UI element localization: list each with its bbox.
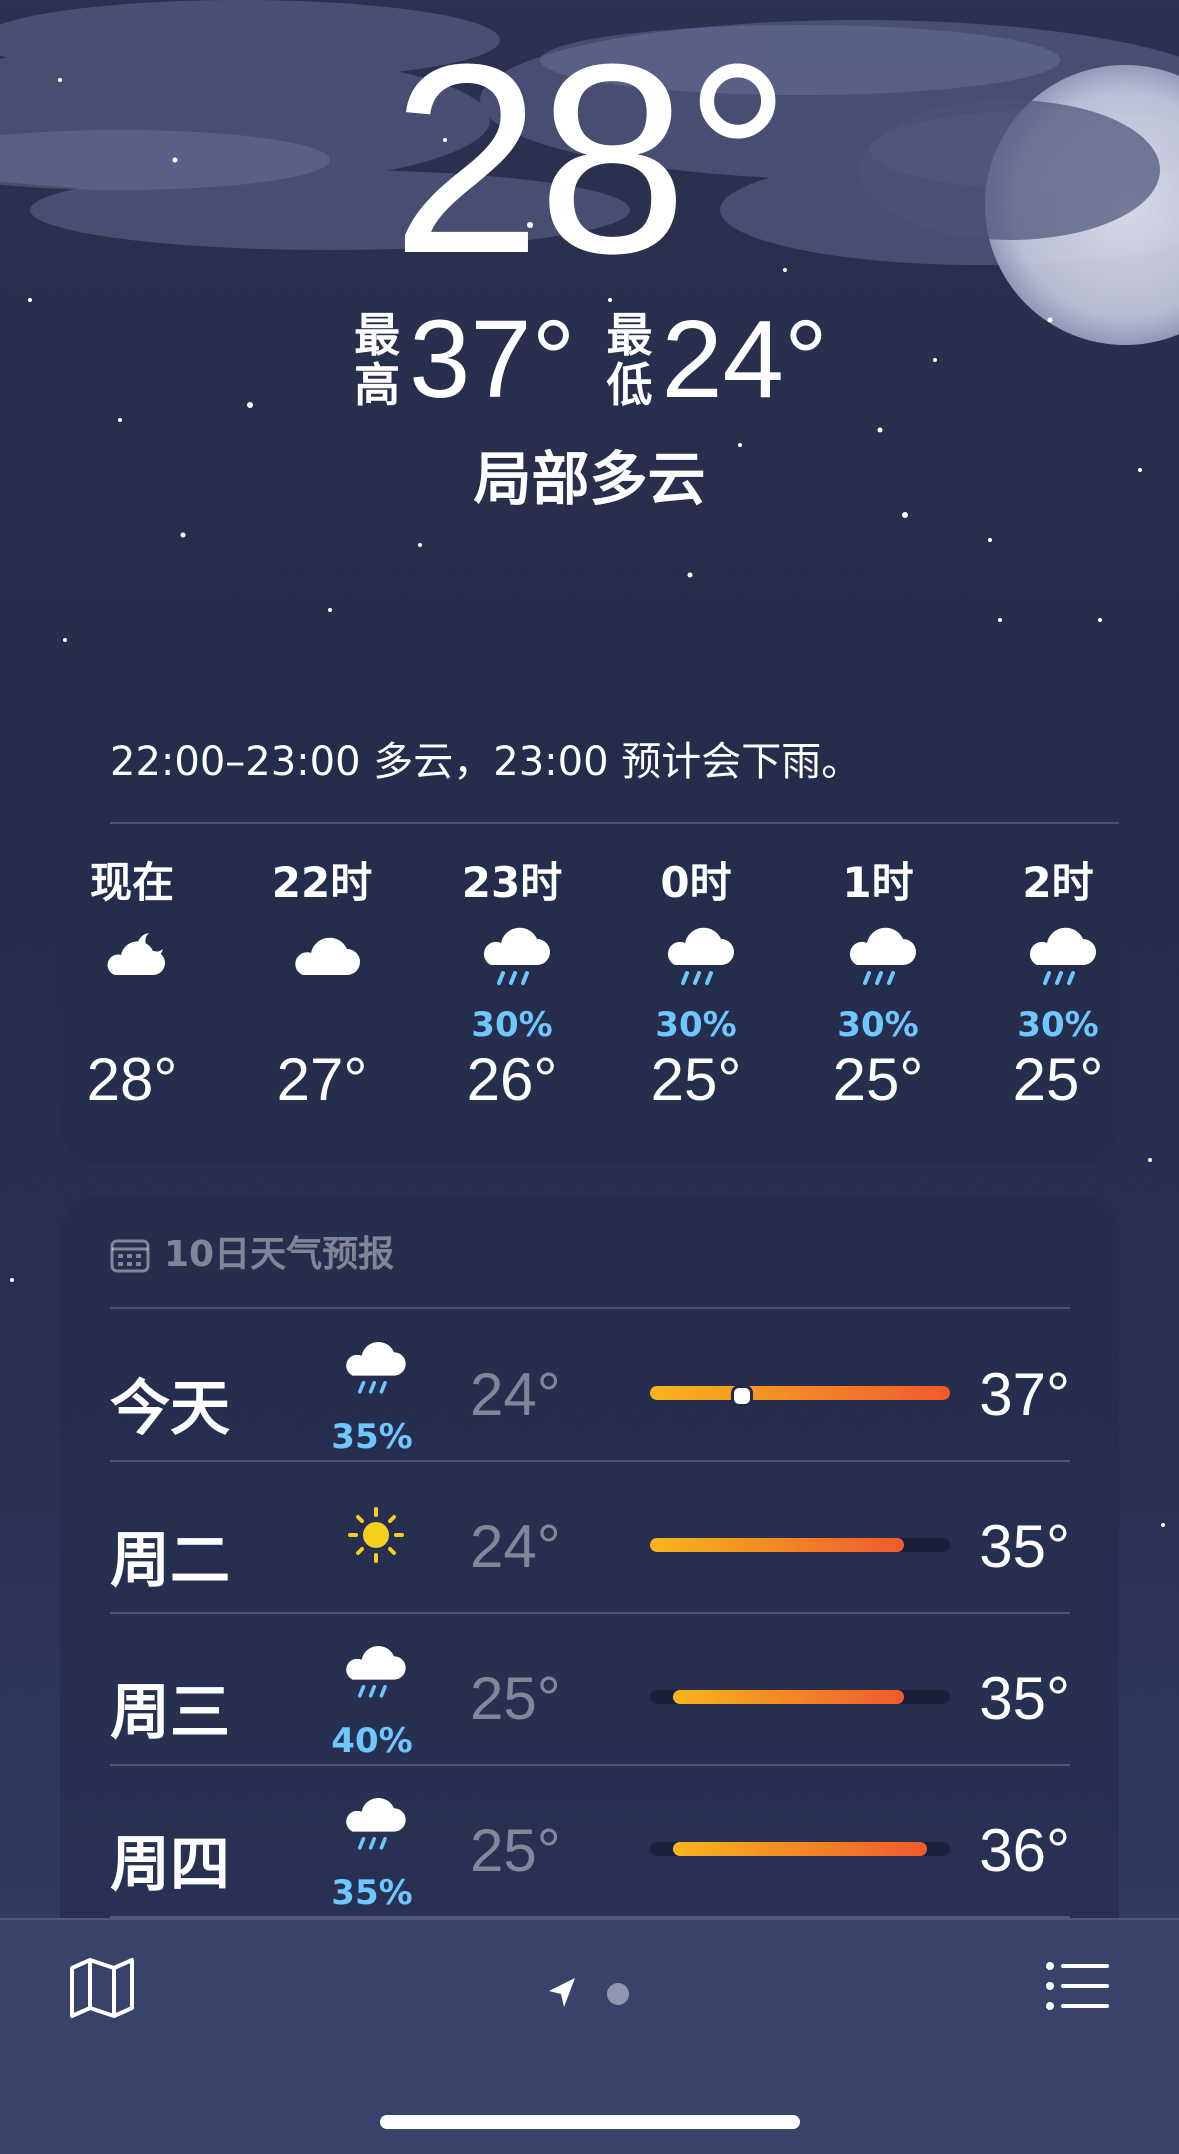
day-row[interactable]: 周四 35% 25° 36° <box>110 1771 1070 1921</box>
hour-item: 2时 30% 25° <box>978 855 1119 1113</box>
location-arrow-icon <box>549 1978 575 2007</box>
hour-label: 23时 <box>461 858 563 907</box>
hour-temp: 27° <box>276 1046 368 1113</box>
cloud-rain-icon <box>340 1641 412 1715</box>
cloud-rain-icon <box>340 1337 412 1411</box>
page-dot <box>607 1983 629 2005</box>
hour-temp: 28° <box>86 1046 178 1113</box>
map-icon <box>70 1958 134 2018</box>
day-label: 周二 <box>110 1526 230 1596</box>
day-high: 35° <box>979 1665 1070 1732</box>
hour-label: 2时 <box>1022 858 1094 907</box>
high-temp: 37° <box>409 298 576 421</box>
hour-label: 现在 <box>89 858 174 907</box>
day-low: 24° <box>470 1513 561 1580</box>
temp-range-fill <box>650 1386 950 1400</box>
day-high: 35° <box>979 1513 1070 1580</box>
current-temp-indicator <box>731 1385 754 1407</box>
list-icon <box>1046 1962 1109 2010</box>
condition-text: 局部多云 <box>473 445 706 513</box>
hour-item: 23时 30% 26° <box>432 855 592 1113</box>
temp-range-bar <box>650 1385 950 1407</box>
hour-temp: 26° <box>466 1046 558 1113</box>
sun-icon <box>340 1489 412 1575</box>
day-label: 周四 <box>110 1830 230 1900</box>
temp-range-bar <box>650 1690 950 1704</box>
ten-day-header: 10日天气预报 <box>110 1225 394 1277</box>
temp-range-fill <box>650 1538 904 1552</box>
day-high: 36° <box>979 1817 1070 1884</box>
day-precip: 35% <box>331 1873 413 1913</box>
day-low: 25° <box>470 1665 561 1732</box>
hourly-forecast-card[interactable]: 22:00–23:00 多云，23:00 预计会下雨。 现在 28° 22时 2… <box>60 695 1119 1165</box>
hour-item: 0时 30% 25° <box>616 855 776 1113</box>
day-high: 37° <box>979 1361 1070 1428</box>
divider <box>110 1612 1070 1614</box>
day-row[interactable]: 周二 24° 35° <box>110 1467 1070 1617</box>
hour-precip: 30% <box>837 1005 919 1045</box>
ten-day-forecast-card[interactable]: 10日天气预报 今天 35% 24° 37° 周二 24° 35° 周三 40%… <box>60 1195 1119 1955</box>
high-low: 最高 37° 最低 24° <box>0 305 1179 415</box>
divider <box>110 1764 1070 1766</box>
hour-label: 0时 <box>660 858 732 907</box>
calendar-icon <box>110 1239 150 1273</box>
day-label: 今天 <box>110 1374 230 1444</box>
low-temp: 24° <box>661 298 828 421</box>
hour-precip: 30% <box>471 1005 553 1045</box>
hour-item: 22时 27° <box>242 855 402 1113</box>
hour-temp: 25° <box>832 1046 924 1113</box>
temp-range-bar <box>650 1842 950 1856</box>
map-button[interactable] <box>68 1956 136 2024</box>
temp-range-bar <box>650 1538 950 1552</box>
hourly-summary: 22:00–23:00 多云，23:00 预计会下雨。 <box>110 739 862 785</box>
divider <box>110 1307 1070 1309</box>
home-indicator[interactable] <box>380 2115 800 2129</box>
cloud-icon <box>242 911 402 1021</box>
temp-range-fill <box>673 1690 904 1704</box>
hour-item: 现在 28° <box>60 855 212 1113</box>
hour-item: 1时 30% 25° <box>798 855 958 1113</box>
divider <box>110 1460 1070 1462</box>
divider <box>110 822 1119 824</box>
day-precip: 35% <box>331 1417 413 1457</box>
high-label: 最高 <box>354 308 401 412</box>
low-label: 最低 <box>606 308 653 412</box>
city-list-button[interactable] <box>1045 1960 1111 2016</box>
day-row[interactable]: 周三 40% 25° 35° <box>110 1619 1070 1769</box>
day-low: 25° <box>470 1817 561 1884</box>
day-label: 周三 <box>110 1678 230 1748</box>
day-low: 24° <box>470 1361 561 1428</box>
hour-label: 1时 <box>842 858 914 907</box>
day-row[interactable]: 今天 35% 24° 37° <box>110 1315 1070 1465</box>
ten-day-title: 10日天气预报 <box>164 1234 395 1275</box>
hour-temp: 25° <box>650 1046 742 1113</box>
cloud-rain-icon <box>340 1793 412 1867</box>
current-temperature: 28° <box>391 9 791 310</box>
day-precip: 40% <box>331 1721 413 1761</box>
hour-precip: 30% <box>1017 1005 1099 1045</box>
hour-precip: 30% <box>655 1005 737 1045</box>
high-group: 最高 37° <box>351 305 575 415</box>
hour-label: 22时 <box>271 858 373 907</box>
hour-temp: 25° <box>1012 1046 1104 1113</box>
cloud-moon-icon <box>60 911 212 1021</box>
low-group: 最低 24° <box>604 305 828 415</box>
hourly-list[interactable]: 现在 28° 22时 27° 23时 30% 26° 0时 30% 25° 1时… <box>60 855 1119 1155</box>
temp-range-fill <box>673 1842 927 1856</box>
